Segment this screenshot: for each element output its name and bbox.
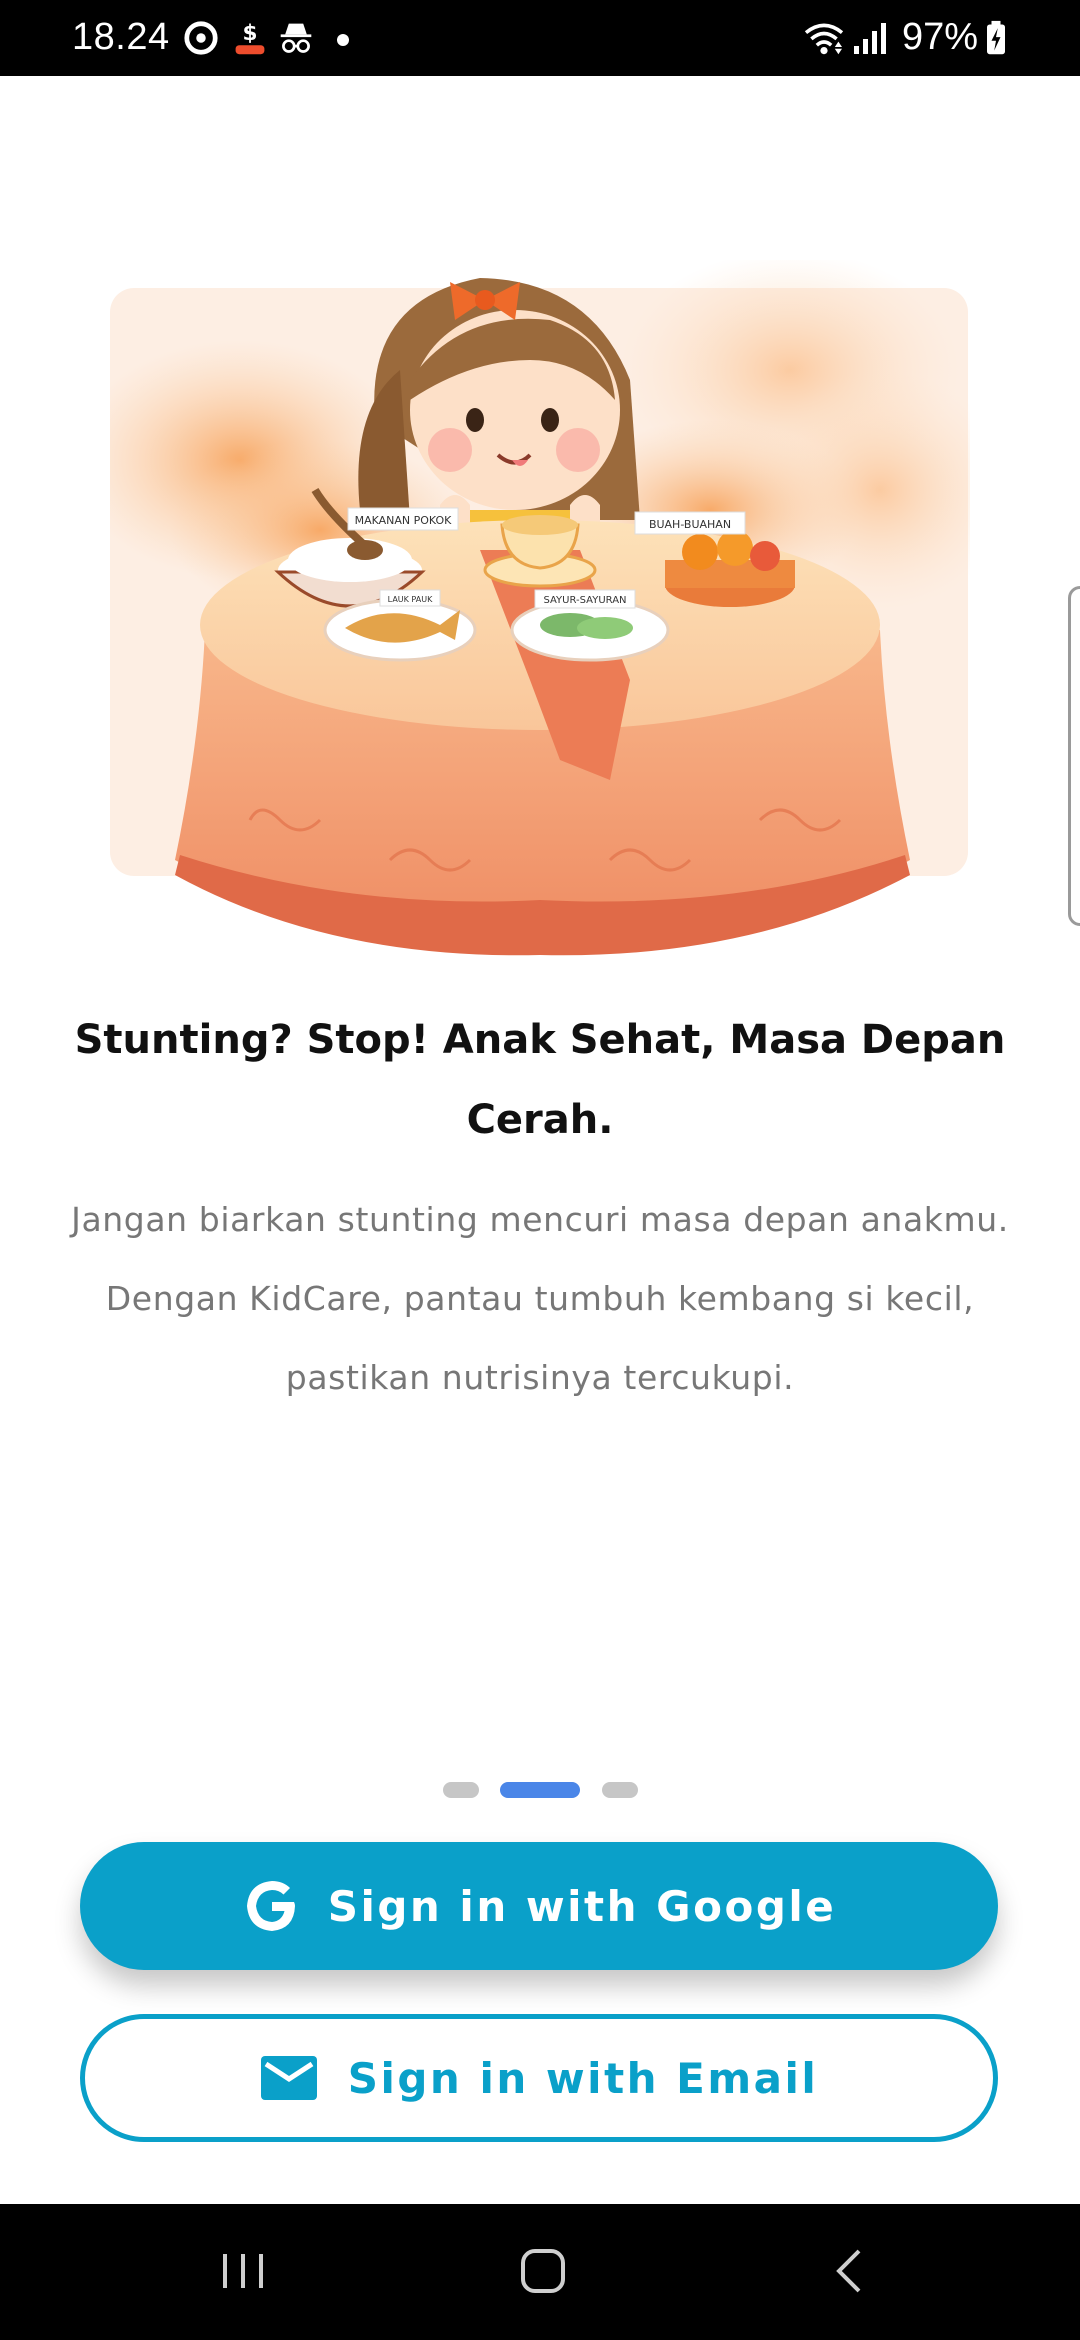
system-navigation-bar [0,2204,1080,2340]
onboarding-screen: 18.24 $ 97% MAKANAN POKOK BUAH-BUAHAN LA… [0,0,1080,2340]
svg-text:MAKANAN POKOK: MAKANAN POKOK [355,514,453,527]
sign-in-email-label: Sign in with Email [347,2053,819,2103]
svg-text:LAUK PAUK: LAUK PAUK [388,595,433,604]
battery-percentage: 97% [901,16,978,58]
email-icon [260,2056,317,2100]
onboarding-illustration: MAKANAN POKOK BUAH-BUAHAN LAUK PAUK SAYU… [110,260,970,956]
home-icon[interactable] [518,2246,568,2296]
sign-in-google-button[interactable]: Sign in with Google [80,1842,998,1970]
status-time: 18.24 [72,16,170,58]
back-icon[interactable] [826,2246,876,2296]
signal-icon [854,23,886,54]
location-app-icon [184,21,218,55]
shopee-notification-icon: $ [235,21,265,55]
svg-text:BUAH-BUAHAN: BUAH-BUAHAN [649,518,731,531]
page-indicator [0,1782,1080,1798]
wifi-icon [804,23,844,55]
sign-in-email-button[interactable]: Sign in with Email [80,2014,998,2142]
recent-apps-icon[interactable] [218,2246,268,2296]
page-dot-1[interactable] [443,1782,479,1798]
incognito-icon [280,23,312,53]
page-dot-3[interactable] [602,1782,638,1798]
more-notifications-dot-icon [337,34,349,46]
sign-in-google-label: Sign in with Google [327,1881,837,1931]
edge-panel-handle[interactable] [1068,586,1080,926]
status-bar: 18.24 $ 97% [0,0,1080,76]
battery-charging-icon [987,20,1005,55]
page-dot-2-active[interactable] [500,1782,580,1798]
svg-text:$: $ [242,21,257,46]
svg-text:SAYUR-SAYURAN: SAYUR-SAYURAN [543,595,626,606]
onboarding-description: Jangan biarkan stunting mencuri masa dep… [71,1200,1009,1397]
google-icon [246,1881,295,1931]
onboarding-headline: Stunting? Stop! Anak Sehat, Masa Depan C… [74,1017,1006,1143]
